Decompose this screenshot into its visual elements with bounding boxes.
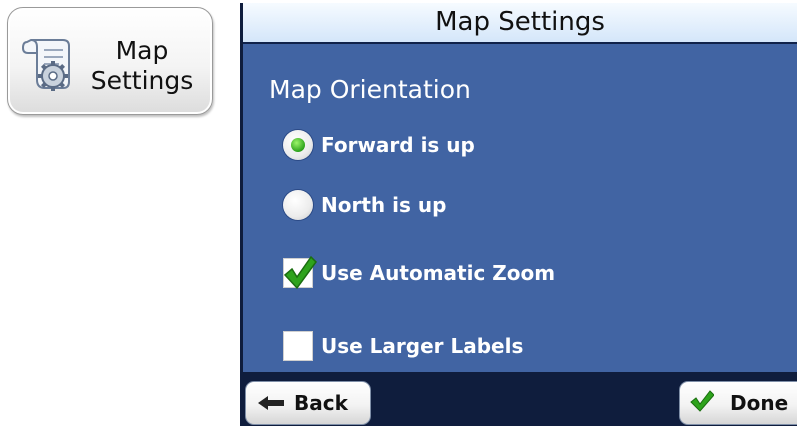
checkbox-use-automatic-zoom[interactable]: Use Automatic Zoom — [283, 255, 556, 290]
checkbox-use-larger-labels[interactable]: Use Larger Labels — [283, 331, 523, 361]
settings-content: Map Orientation Forward is up North is u… — [243, 44, 797, 372]
left-arrow-icon — [258, 391, 284, 415]
map-settings-launcher-button[interactable]: Map Settings — [7, 7, 213, 115]
scroll-gear-icon — [19, 36, 81, 94]
radio-label-forward-is-up: Forward is up — [321, 133, 475, 157]
checkmark-icon — [690, 389, 715, 417]
done-button-label: Done — [730, 391, 789, 415]
map-settings-panel: Map Settings Map Orientation Forward is … — [240, 3, 797, 426]
launcher-label-line2: Settings — [90, 66, 194, 95]
bottom-toolbar: Back Done — [243, 372, 797, 426]
launcher-label: Map Settings — [78, 36, 206, 96]
radio-north-is-up[interactable]: North is up — [283, 190, 446, 220]
checkbox-checked-icon[interactable] — [283, 255, 317, 290]
back-button[interactable]: Back — [245, 381, 371, 425]
radio-forward-is-up[interactable]: Forward is up — [283, 130, 475, 160]
back-button-label: Back — [294, 391, 348, 415]
checkbox-label-use-automatic-zoom: Use Automatic Zoom — [321, 261, 556, 285]
done-button[interactable]: Done — [679, 381, 797, 425]
launcher-label-line1: Map — [115, 36, 169, 65]
checkbox-unchecked-icon[interactable] — [283, 331, 313, 361]
radio-selected-icon[interactable] — [283, 130, 313, 160]
section-heading-map-orientation: Map Orientation — [269, 75, 471, 104]
radio-unselected-icon[interactable] — [283, 190, 313, 220]
checkbox-label-use-larger-labels: Use Larger Labels — [321, 334, 524, 358]
radio-label-north-is-up: North is up — [321, 193, 447, 217]
page-title: Map Settings — [243, 3, 797, 44]
